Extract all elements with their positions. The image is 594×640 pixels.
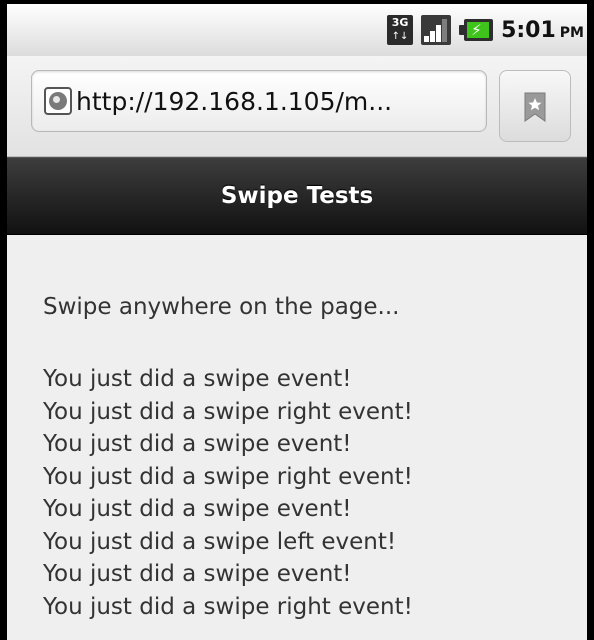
bookmark-button[interactable] — [499, 70, 571, 142]
log-entry: You just did a swipe right event! — [43, 463, 413, 490]
battery-charging-icon: ⚡ — [459, 19, 494, 41]
log-entry: You just did a swipe event! — [43, 431, 352, 457]
phone-frame: 3G ↑↓ ⚡ 5:01 PM http://192.168.1.105/m... — [0, 0, 594, 640]
page-header: Swipe Tests — [7, 157, 587, 235]
page-title: Swipe Tests — [220, 183, 374, 209]
network-activity-icon: ↑↓ — [391, 31, 409, 42]
swipe-instruction: Swipe anywhere on the page... — [43, 294, 400, 320]
log-entry: You just did a swipe right event! — [43, 398, 413, 425]
browser-url-bar: http://192.168.1.105/m... — [7, 56, 587, 157]
log-entry: You just did a swipe event! — [43, 496, 352, 522]
network-3g-icon: 3G ↑↓ — [387, 15, 414, 45]
status-clock: 5:01 PM — [501, 18, 584, 43]
network-type-label: 3G — [391, 16, 409, 29]
globe-icon — [44, 87, 72, 115]
url-text[interactable]: http://192.168.1.105/m... — [76, 87, 392, 116]
url-field[interactable]: http://192.168.1.105/m... — [31, 70, 487, 132]
clock-time: 5:01 — [501, 17, 556, 43]
clock-ampm: PM — [559, 24, 584, 41]
log-entry: You just did a swipe event! — [43, 561, 352, 587]
log-entry: You just did a swipe left event! — [43, 528, 397, 555]
screen: 3G ↑↓ ⚡ 5:01 PM http://192.168.1.105/m... — [7, 4, 587, 640]
page-content[interactable]: Swipe anywhere on the page... You just d… — [7, 235, 587, 640]
log-entry: You just did a swipe event! — [43, 366, 352, 392]
status-bar: 3G ↑↓ ⚡ 5:01 PM — [7, 4, 587, 56]
bookmark-star-icon — [524, 92, 546, 122]
signal-strength-icon — [421, 15, 452, 45]
log-entry: You just did a swipe right event! — [43, 593, 413, 620]
swipe-event-log: You just did a swipe event! You just did… — [43, 363, 413, 623]
